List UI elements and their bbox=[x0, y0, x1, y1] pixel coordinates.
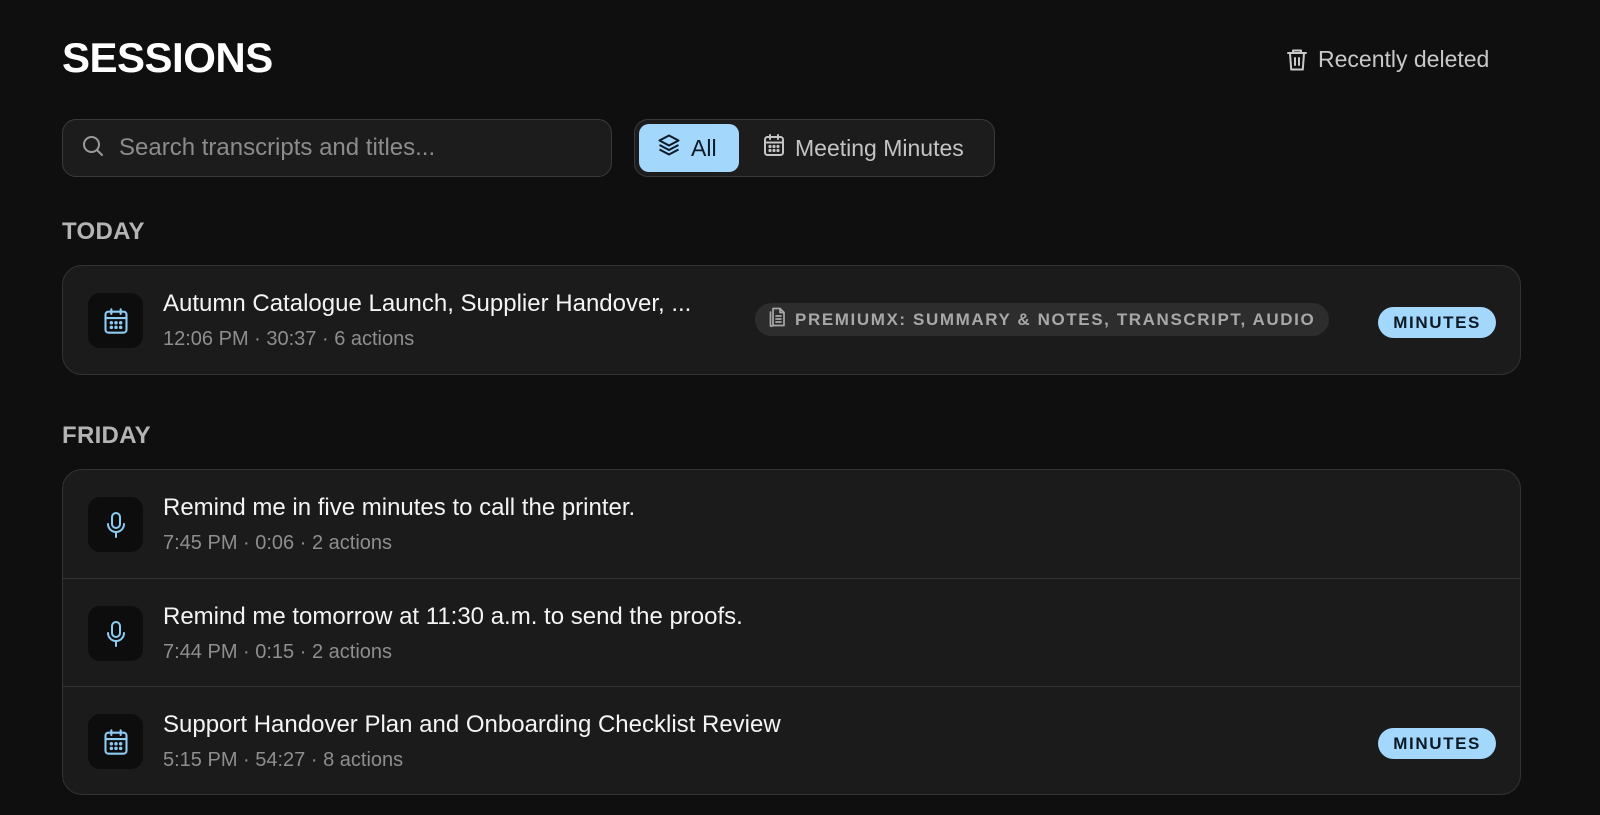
session-list-friday: Remind me in five minutes to call the pr… bbox=[62, 469, 1521, 795]
filter-all-tab[interactable]: All bbox=[639, 124, 739, 172]
session-text: Support Handover Plan and Onboarding Che… bbox=[163, 711, 781, 772]
session-row[interactable]: Autumn Catalogue Launch, Supplier Handov… bbox=[63, 266, 1520, 374]
session-meta: 5:15 PM · 54:27 · 8 actions bbox=[163, 749, 404, 771]
section-label-friday: FRIDAY bbox=[62, 422, 151, 449]
filter-meeting-minutes-tab[interactable]: Meeting Minutes bbox=[745, 124, 982, 172]
calendar-icon bbox=[88, 714, 143, 769]
session-meta: 7:44 PM · 0:15 · 2 actions bbox=[163, 641, 393, 663]
session-title: Support Handover Plan and Onboarding Che… bbox=[163, 711, 781, 738]
microphone-icon bbox=[88, 497, 143, 552]
minutes-badge: MINUTES bbox=[1378, 728, 1496, 759]
session-text: Autumn Catalogue Launch, Supplier Handov… bbox=[163, 290, 691, 351]
premium-chip-label: PREMIUMX: SUMMARY & NOTES, TRANSCRIPT, A… bbox=[795, 309, 1316, 329]
session-text: Remind me in five minutes to call the pr… bbox=[163, 494, 635, 555]
session-list-today: Autumn Catalogue Launch, Supplier Handov… bbox=[62, 265, 1521, 375]
search-icon bbox=[81, 134, 105, 163]
recently-deleted-button[interactable]: Recently deleted bbox=[1286, 46, 1489, 73]
session-row[interactable]: Remind me in five minutes to call the pr… bbox=[63, 470, 1520, 578]
session-text: Remind me tomorrow at 11:30 a.m. to send… bbox=[163, 603, 743, 664]
search-box[interactable] bbox=[62, 119, 612, 177]
calendar-icon bbox=[763, 133, 785, 163]
filter-all-label: All bbox=[691, 134, 717, 161]
document-icon bbox=[769, 307, 787, 332]
filter-tabs: All Meeting Minutes bbox=[634, 119, 995, 177]
session-row[interactable]: Remind me tomorrow at 11:30 a.m. to send… bbox=[63, 578, 1520, 686]
page-title: SESSIONS bbox=[62, 34, 273, 81]
filter-meeting-minutes-label: Meeting Minutes bbox=[795, 134, 964, 161]
microphone-icon bbox=[88, 606, 143, 661]
recently-deleted-label: Recently deleted bbox=[1318, 46, 1490, 72]
session-row[interactable]: Support Handover Plan and Onboarding Che… bbox=[63, 686, 1520, 794]
session-title: Remind me in five minutes to call the pr… bbox=[163, 494, 636, 521]
calendar-icon bbox=[88, 293, 143, 348]
session-title: Autumn Catalogue Launch, Supplier Handov… bbox=[163, 290, 692, 317]
premium-chip: PREMIUMX: SUMMARY & NOTES, TRANSCRIPT, A… bbox=[755, 303, 1330, 336]
session-title: Remind me tomorrow at 11:30 a.m. to send… bbox=[163, 603, 743, 630]
layers-icon bbox=[657, 133, 681, 163]
section-label-today: TODAY bbox=[62, 218, 145, 245]
session-meta: 12:06 PM · 30:37 · 6 actions bbox=[163, 328, 415, 350]
session-meta: 7:45 PM · 0:06 · 2 actions bbox=[163, 532, 393, 554]
minutes-badge: MINUTES bbox=[1378, 307, 1496, 338]
trash-icon bbox=[1286, 48, 1308, 72]
search-input[interactable] bbox=[119, 134, 589, 162]
